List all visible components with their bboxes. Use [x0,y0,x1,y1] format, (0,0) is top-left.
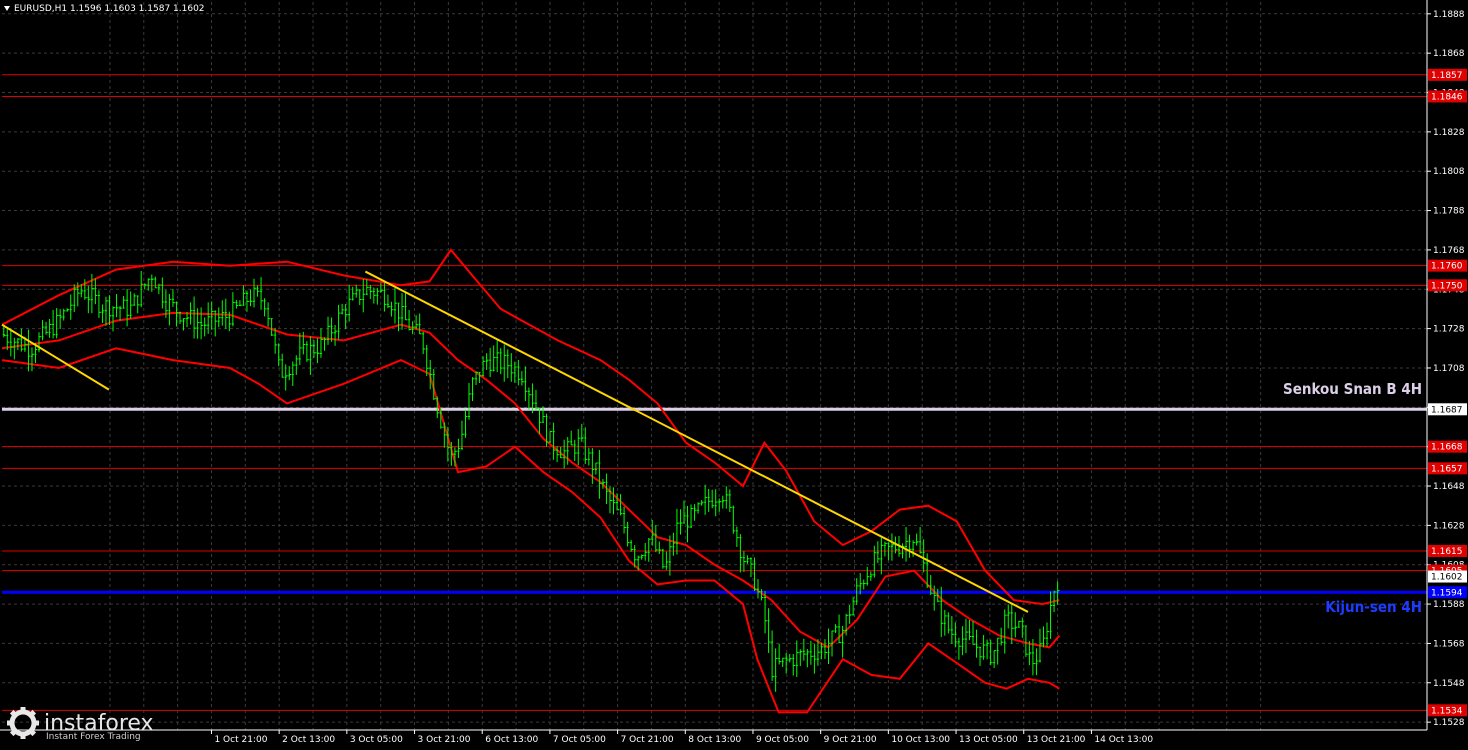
symbol-header: EURUSD,H1 1.1596 1.1603 1.1587 1.1602 [4,4,205,14]
x-tick-label: 2 Oct 13:00 [282,735,335,745]
price-chart: 1.18881.18681.18481.18281.18081.17881.17… [0,0,1468,750]
x-tick-label: 9 Oct 21:00 [824,735,877,745]
x-tick-label: 8 Oct 13:00 [688,735,741,745]
level-tag-text: 1.1760 [1431,262,1463,272]
level-tag-text: 1.1857 [1431,71,1463,81]
level-tag-text: 1.1615 [1431,547,1463,557]
x-tick-label: 9 Oct 05:00 [756,735,809,745]
gear-logo-icon [7,707,39,739]
y-tick-label: 1.1628 [1433,521,1465,531]
y-tick-label: 1.1788 [1433,207,1465,217]
y-tick-label: 1.1588 [1433,600,1465,610]
kijun-tag-text: 1.1594 [1431,588,1463,598]
x-tick-label: 13 Oct 21:00 [1027,735,1086,745]
kijun-sen-label: Kijun-sen 4H [1325,598,1422,616]
x-tick-label: 13 Oct 05:00 [959,735,1018,745]
chart-background [0,0,1468,750]
level-tag-text: 1.1750 [1431,281,1463,291]
x-tick-label: 3 Oct 05:00 [350,735,403,745]
senkou-tag-text: 1.1687 [1431,405,1463,415]
senkou-span-b-label: Senkou Snan B 4H [1282,380,1422,398]
x-tick-label: 6 Oct 13:00 [485,735,538,745]
x-tick-label: 3 Oct 21:00 [418,735,471,745]
level-tag-text: 1.1657 [1431,464,1463,474]
y-tick-label: 1.1528 [1433,718,1465,728]
x-tick-label: 10 Oct 13:00 [891,735,950,745]
x-tick-label: 14 Oct 13:00 [1094,735,1153,745]
y-tick-label: 1.1868 [1433,49,1465,59]
logo-tagline: Instant Forex Trading [46,732,141,742]
level-tag-text: 1.1534 [1431,706,1463,716]
y-tick-label: 1.1708 [1433,364,1465,374]
y-tick-label: 1.1828 [1433,128,1465,138]
current-price-tag-text: 1.1602 [1431,573,1463,583]
level-tag-text: 1.1668 [1431,443,1463,453]
y-tick-label: 1.1888 [1433,10,1465,20]
y-tick-label: 1.1568 [1433,639,1465,649]
y-tick-label: 1.1548 [1433,679,1465,689]
x-tick-label: 7 Oct 05:00 [553,735,606,745]
y-tick-label: 1.1728 [1433,325,1465,335]
x-tick-label: 7 Oct 21:00 [621,735,674,745]
x-tick-label: 1 Oct 21:00 [214,735,267,745]
symbol-info: EURUSD,H1 1.1596 1.1603 1.1587 1.1602 [14,4,205,14]
y-tick-label: 1.1808 [1433,167,1465,177]
level-tag-text: 1.1846 [1431,92,1463,102]
dropdown-triangle-icon[interactable] [4,6,10,11]
y-tick-label: 1.1648 [1433,482,1465,492]
y-tick-label: 1.1768 [1433,246,1465,256]
